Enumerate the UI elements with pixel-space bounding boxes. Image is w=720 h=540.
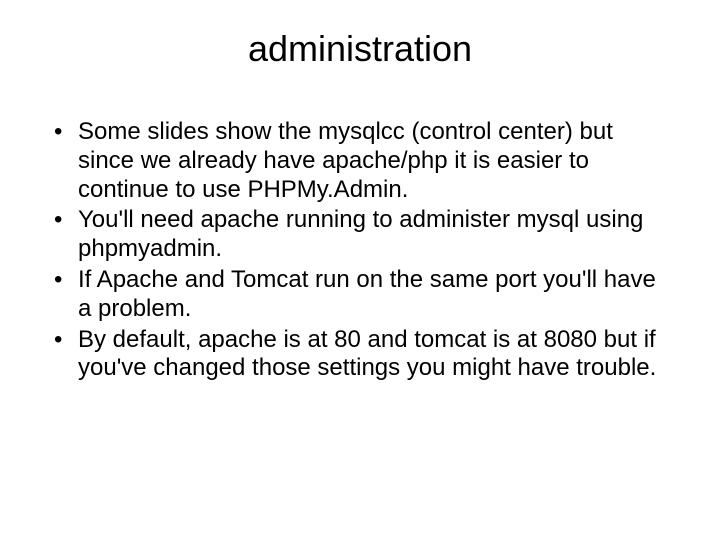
list-item: By default, apache is at 80 and tomcat i… (50, 326, 670, 384)
slide-title: administration (50, 28, 670, 70)
list-item: If Apache and Tomcat run on the same por… (50, 266, 670, 324)
list-item: Some slides show the mysqlcc (control ce… (50, 118, 670, 204)
bullet-list: Some slides show the mysqlcc (control ce… (50, 118, 670, 383)
list-item: You'll need apache running to administer… (50, 206, 670, 264)
